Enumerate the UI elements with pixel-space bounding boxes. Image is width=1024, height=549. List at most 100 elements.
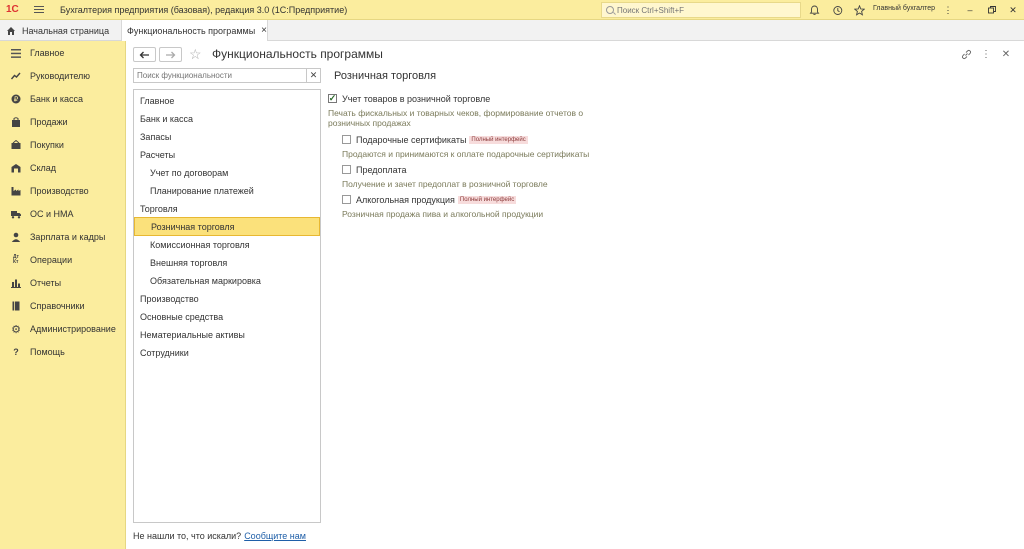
tab-home[interactable]: Начальная страница [0,20,120,41]
star-icon[interactable] [852,3,866,17]
functionality-search-input[interactable] [133,68,307,83]
tree-item-contracts[interactable]: Учет по договорам [134,164,320,181]
close-form-icon[interactable]: ✕ [999,47,1013,61]
tab-bar: Начальная страница Функциональность прог… [0,20,1024,41]
clear-search-button[interactable]: ✕ [307,68,321,83]
prepayment-checkbox[interactable] [342,165,351,174]
retail-accounting-checkbox[interactable] [328,94,337,103]
bar-chart-icon [11,278,21,288]
favorite-star-icon[interactable]: ☆ [189,46,202,63]
tree-item-trade[interactable]: Торговля [134,200,320,217]
tree-item-employees[interactable]: Сотрудники [134,344,320,361]
sidebar-item-label: Отчеты [30,278,62,288]
more-actions-icon[interactable]: ⋮ [979,47,993,61]
sidebar-item-operations[interactable]: Дт Кт Операции [0,250,126,270]
page-title: Функциональность программы [212,47,383,61]
retail-accounting-description-2: розничных продажах [328,118,411,128]
sidebar-item-salary[interactable]: Зарплата и кадры [0,227,126,247]
alcohol-checkbox[interactable] [342,195,351,204]
alcohol-label: Алкогольная продукция [356,195,455,205]
back-button[interactable] [133,47,156,62]
sidebar-item-label: Операции [30,255,73,265]
search-icon [606,6,614,14]
alcohol-description: Розничная продажа пива и алкогольной про… [342,209,544,219]
app-title: Бухгалтерия предприятия (базовая), редак… [60,4,348,15]
prepayment-label[interactable]: Предоплата [356,165,407,175]
bag-icon [11,117,21,127]
truck-icon [11,209,21,219]
sidebar-item-bank[interactable]: ₽ Банк и касса [0,89,126,109]
tree-item-settlements[interactable]: Расчеты [134,146,320,163]
tab-functionality[interactable]: Функциональность программы × [121,20,268,41]
retail-accounting-label[interactable]: Учет товаров в розничной торговле [342,94,490,104]
sidebar-item-warehouse[interactable]: Склад [0,158,126,178]
sidebar-item-help[interactable]: ? Помощь [0,342,126,362]
warehouse-icon [11,163,21,173]
tree-item-inventory[interactable]: Запасы [134,128,320,145]
tree-item-retail[interactable]: Розничная торговля [134,217,320,236]
gift-certificates-checkbox[interactable] [342,135,351,144]
alcohol-option[interactable]: Алкогольная продукция Полный интерфейс [356,195,517,205]
tree-item-payment-planning[interactable]: Планирование платежей [134,182,320,199]
gift-certificates-option[interactable]: Подарочные сертификаты Полный интерфейс [356,135,528,145]
sidebar-item-manager[interactable]: Руководителю [0,66,126,86]
coin-icon: ₽ [11,94,21,104]
minimize-icon[interactable]: – [963,3,977,17]
close-tab-icon[interactable]: × [261,25,267,36]
tree-item-production[interactable]: Производство [134,290,320,307]
sidebar-item-catalogs[interactable]: Справочники [0,296,126,316]
user-name[interactable]: Главный бухгалтер [873,5,935,12]
tab-functionality-label: Функциональность программы [127,25,256,36]
question-icon: ? [13,347,19,357]
chart-trend-icon [11,71,21,81]
1c-logo[interactable]: 1С [6,0,28,20]
sidebar-item-production[interactable]: Производство [0,181,126,201]
sidebar: Главное Руководителю ₽ Банк и касса Прод… [0,41,126,549]
bell-icon[interactable] [807,3,821,17]
global-search-input[interactable] [617,5,787,15]
sidebar-item-label: Банк и касса [30,94,83,104]
sidebar-item-main[interactable]: Главное [0,43,126,63]
gift-certificates-label: Подарочные сертификаты [356,135,467,145]
book-icon [11,301,21,311]
gift-certificates-description: Продаются и принимаются к оплате подароч… [342,149,590,159]
tab-home-label: Начальная страница [22,25,110,36]
sidebar-item-label: Производство [30,186,89,196]
home-icon [7,26,15,35]
sidebar-item-label: Помощь [30,347,65,357]
sidebar-item-reports[interactable]: Отчеты [0,273,126,293]
tree-item-foreign-trade[interactable]: Внешняя торговля [134,254,320,271]
tree-item-marking[interactable]: Обязательная маркировка [134,272,320,289]
tree-item-intangibles[interactable]: Нематериальные активы [134,326,320,343]
svg-text:₽: ₽ [14,96,19,104]
basket-icon [11,140,21,150]
tree-item-fixed-assets[interactable]: Основные средства [134,308,320,325]
history-icon[interactable] [830,3,844,17]
tree-item-commission[interactable]: Комиссионная торговля [134,236,320,253]
tree-item-main[interactable]: Главное [134,92,320,109]
dt-kt-icon: Дт Кт [12,254,19,265]
sidebar-item-label: Склад [30,163,57,173]
main-panel: ☆ Функциональность программы ⋮ ✕ ✕ Главн… [127,41,1024,549]
person-icon [11,232,21,242]
forward-button[interactable] [159,47,182,62]
main-menu-icon[interactable] [34,0,48,20]
sidebar-item-label: ОС и НМА [30,209,74,219]
retail-accounting-description-1: Печать фискальных и товарных чеков, форм… [328,108,584,118]
menu-icon [11,48,21,58]
sidebar-item-label: Руководителю [30,71,91,81]
sidebar-item-sales[interactable]: Продажи [0,112,126,132]
arrow-right-icon [166,51,176,58]
close-window-icon[interactable]: ✕ [1006,3,1020,17]
report-link[interactable]: Сообщите нам [244,531,306,541]
tree-item-bank[interactable]: Банк и касса [134,110,320,127]
restore-icon[interactable] [985,3,999,17]
sidebar-item-admin[interactable]: ⚙ Администрирование [0,319,126,339]
global-search[interactable] [601,2,801,18]
more-icon[interactable]: ⋮ [941,3,955,17]
sidebar-item-fixed-assets[interactable]: ОС и НМА [0,204,126,224]
sidebar-item-purchases[interactable]: Покупки [0,135,126,155]
link-icon[interactable] [959,47,973,61]
not-found-text: Не нашли то, что искали? [133,531,242,541]
sidebar-item-label: Продажи [30,117,68,127]
